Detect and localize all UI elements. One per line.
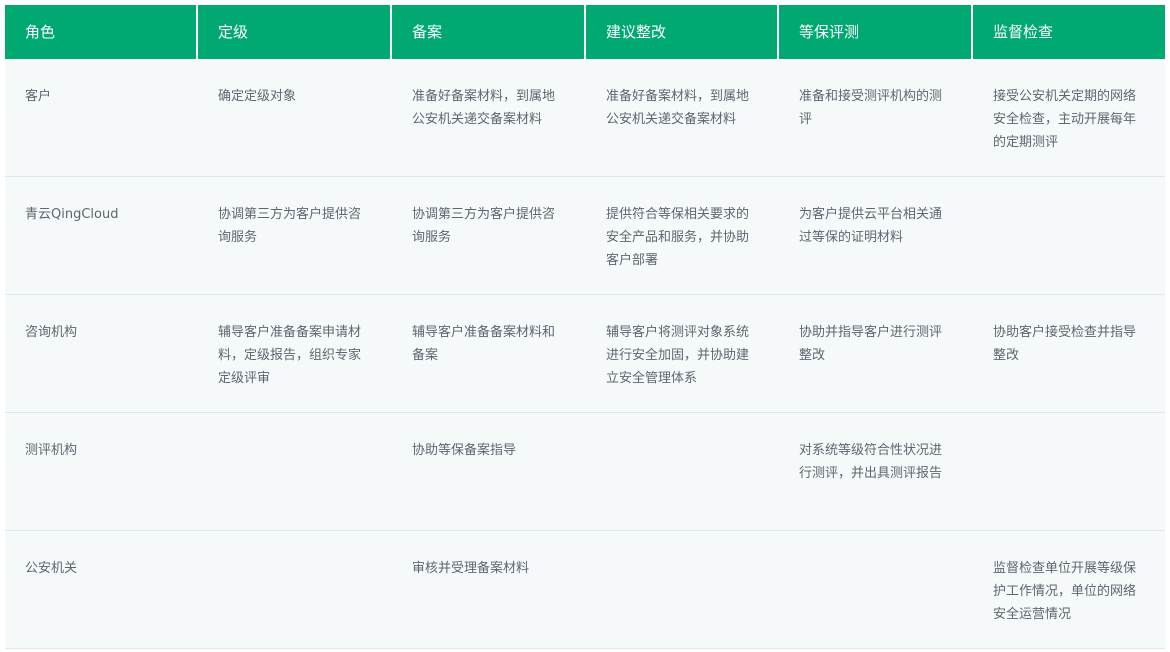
table-cell: 对系统等级符合性状况进行测评，并出具测评报告 [799, 443, 943, 481]
table-cell: 协调第三方为客户提供咨询服务 [218, 207, 362, 245]
row-role: 青云QingCloud [25, 207, 119, 222]
table-cell: 辅导客户准备备案材料和备案 [412, 325, 556, 363]
table-cell: 协助客户接受检查并指导整改 [993, 325, 1137, 363]
table-row: 咨询机构 辅导客户准备备案申请材料，定级报告，组织专家定级评审 辅导客户准备备案… [5, 295, 1165, 413]
row-role: 公安机关 [25, 561, 78, 576]
header-filing: 备案 [392, 5, 586, 59]
table-cell: 接受公安机关定期的网络安全检查，主动开展每年的定期测评 [993, 89, 1137, 150]
table-cell: 协调第三方为客户提供咨询服务 [412, 207, 556, 245]
table-cell: 确定定级对象 [218, 89, 297, 104]
table-cell [779, 531, 973, 648]
table-cell [973, 177, 1165, 294]
table-cell [586, 413, 779, 530]
table-cell [198, 531, 392, 648]
table-header: 角色 定级 备案 建议整改 等保评测 监督检查 [5, 5, 1165, 59]
table-cell: 辅导客户将测评对象系统进行安全加固，并协助建立安全管理体系 [606, 325, 750, 386]
table-cell: 准备和接受测评机构的测评 [799, 89, 943, 127]
table-row: 公安机关 审核并受理备案材料 监督检查单位开展等级保护工作情况，单位的网络安全运… [5, 531, 1165, 649]
table-cell: 监督检查单位开展等级保护工作情况，单位的网络安全运营情况 [993, 561, 1137, 622]
header-supervision: 监督检查 [973, 5, 1165, 59]
table-cell: 协助等保备案指导 [412, 443, 517, 458]
table-cell [198, 413, 392, 530]
header-rectification: 建议整改 [586, 5, 779, 59]
table-cell: 为客户提供云平台相关通过等保的证明材料 [799, 207, 943, 245]
table-cell [973, 413, 1165, 530]
table-cell: 辅导客户准备备案申请材料，定级报告，组织专家定级评审 [218, 325, 362, 386]
table-cell: 准备好备案材料，到属地公安机关递交备案材料 [606, 89, 750, 127]
row-role: 客户 [25, 89, 52, 104]
row-role: 咨询机构 [25, 325, 78, 340]
header-assessment: 等保评测 [779, 5, 973, 59]
table-cell: 提供符合等保相关要求的安全产品和服务，并协助客户部署 [606, 207, 750, 268]
row-role: 测评机构 [25, 443, 78, 458]
responsibility-table: 角色 定级 备案 建议整改 等保评测 监督检查 客户 确定定级对象 准备好备案材… [5, 5, 1165, 649]
table-cell: 准备好备案材料，到属地公安机关递交备案材料 [412, 89, 556, 127]
table-cell: 审核并受理备案材料 [412, 561, 530, 576]
table-cell: 协助并指导客户进行测评整改 [799, 325, 943, 363]
header-grading: 定级 [198, 5, 392, 59]
header-role: 角色 [5, 5, 198, 59]
table-row: 测评机构 协助等保备案指导 对系统等级符合性状况进行测评，并出具测评报告 [5, 413, 1165, 531]
table-cell [586, 531, 779, 648]
table-row: 青云QingCloud 协调第三方为客户提供咨询服务 协调第三方为客户提供咨询服… [5, 177, 1165, 295]
table-row: 客户 确定定级对象 准备好备案材料，到属地公安机关递交备案材料 准备好备案材料，… [5, 59, 1165, 177]
